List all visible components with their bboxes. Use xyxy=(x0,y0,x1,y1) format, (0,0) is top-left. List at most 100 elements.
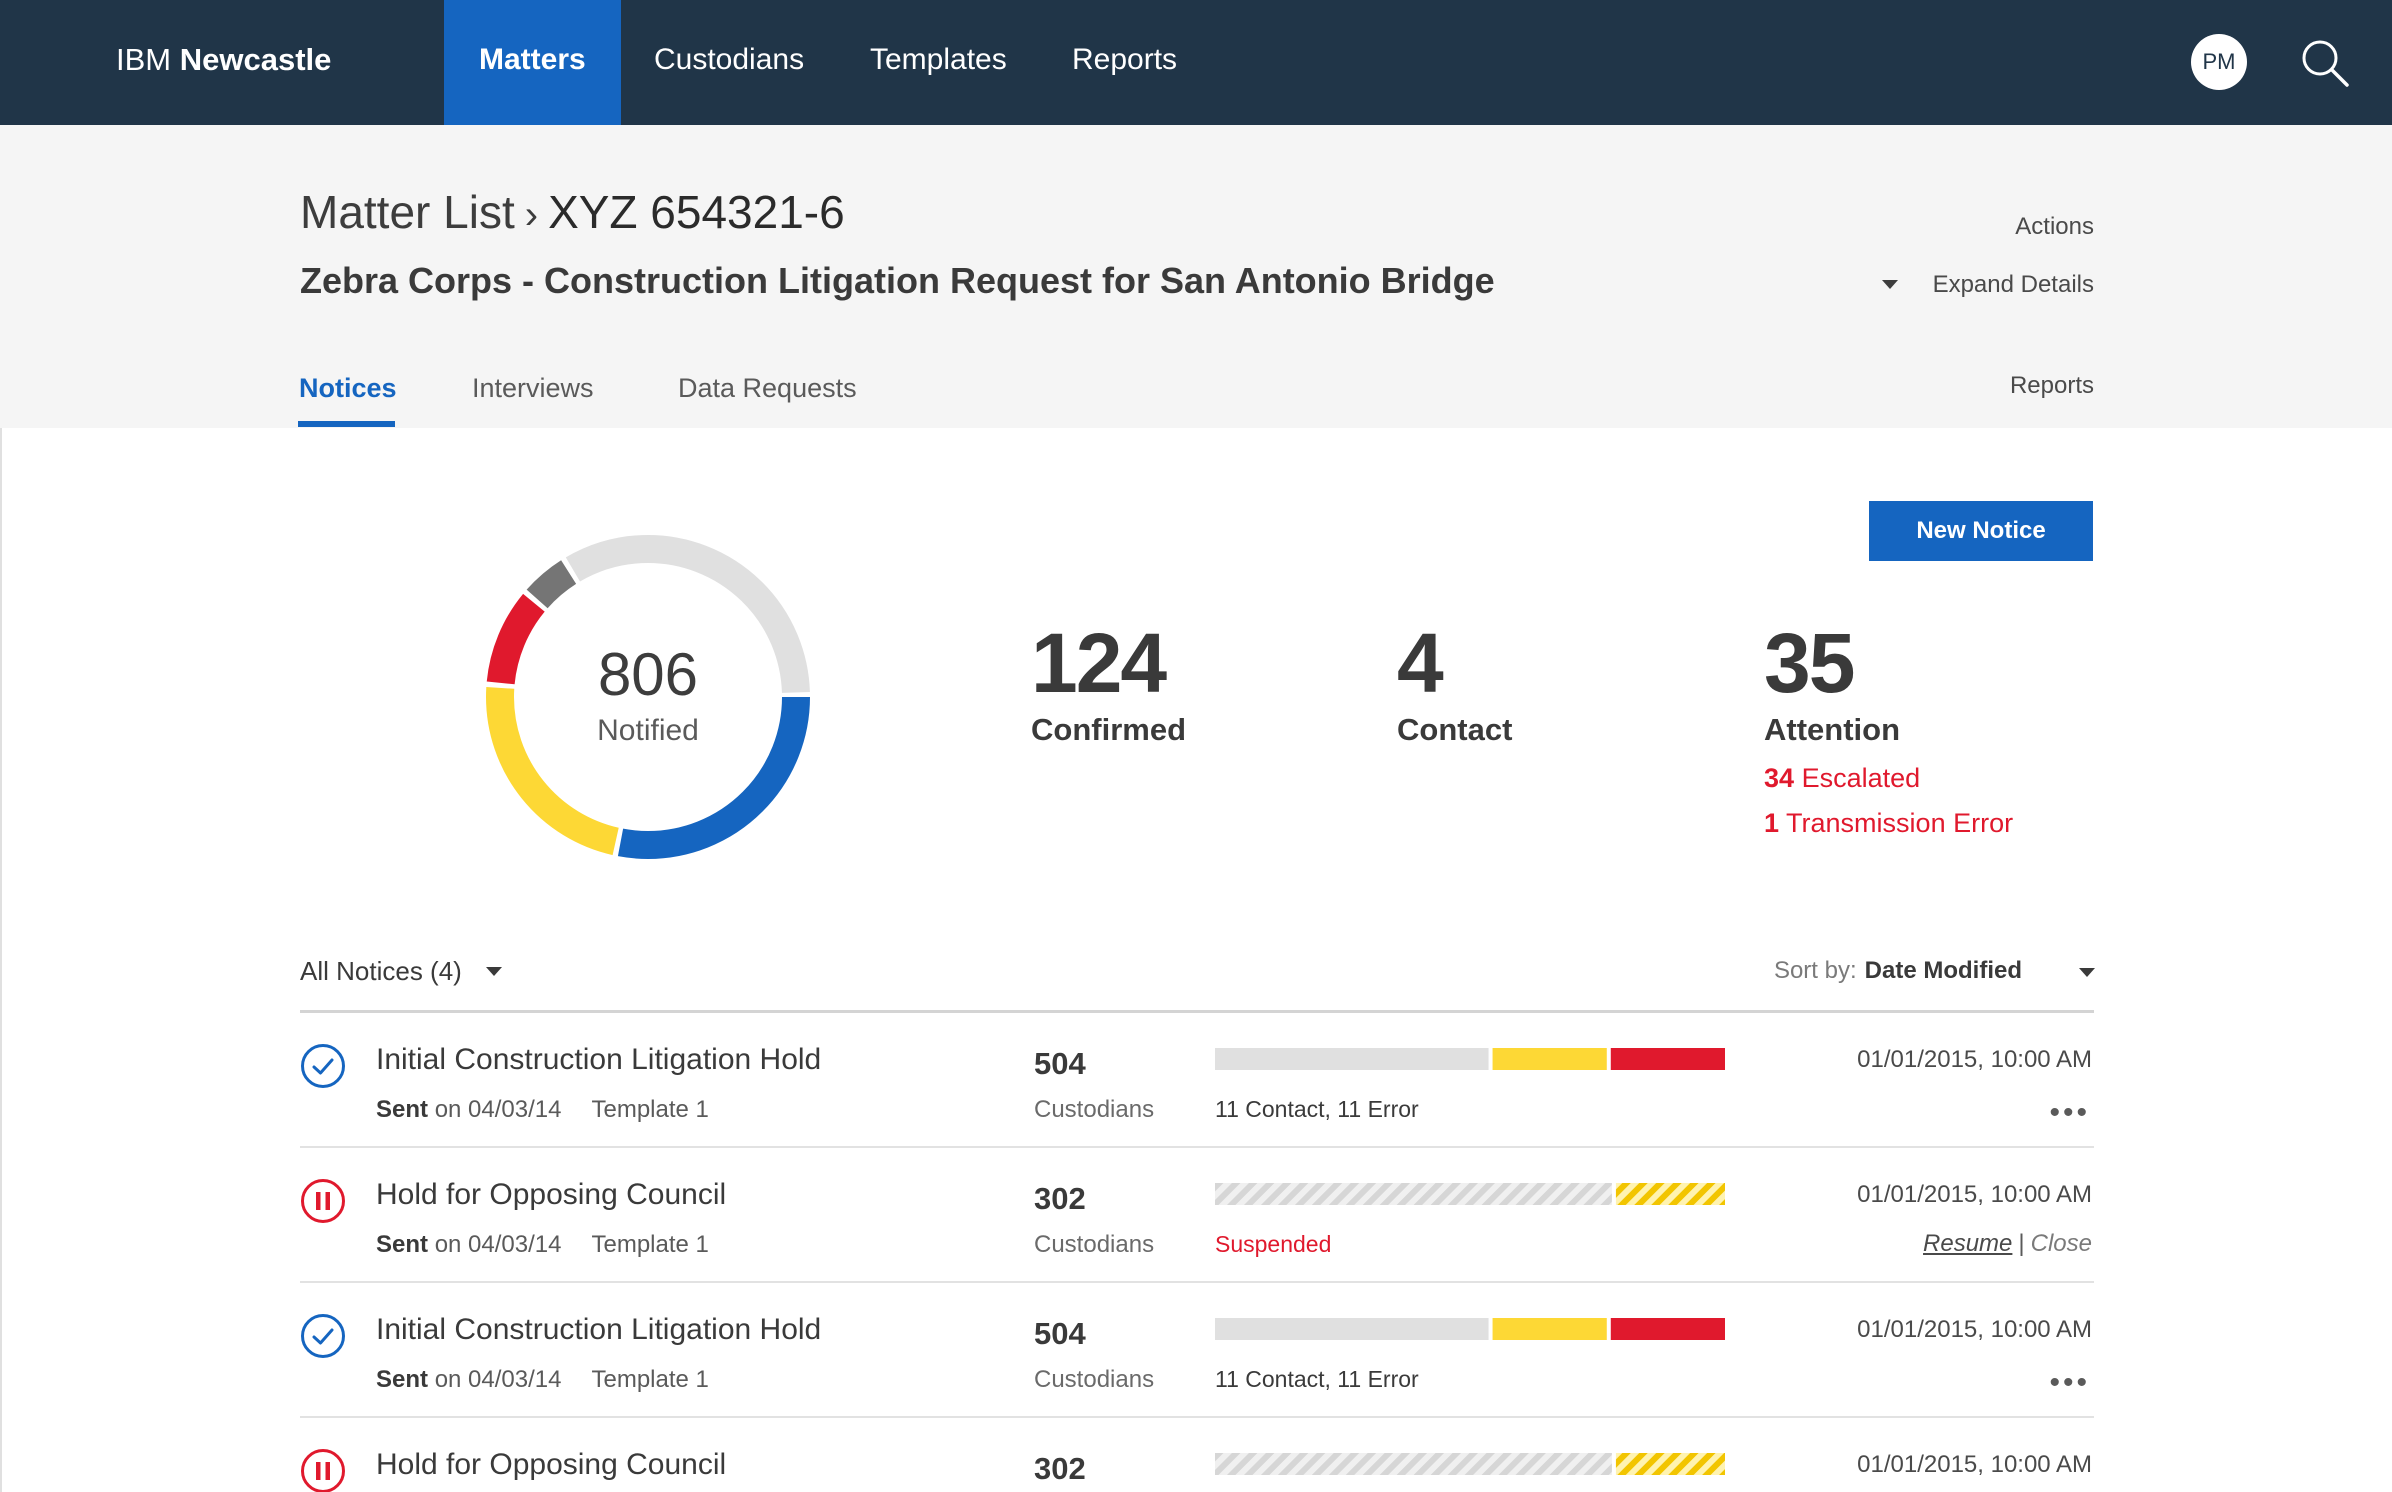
escalated-count: 34 xyxy=(1764,763,1795,793)
new-notice-button[interactable]: New Notice xyxy=(1869,501,2093,561)
notices-filter-dropdown[interactable]: All Notices (4) xyxy=(300,956,462,987)
sort-value[interactable]: Date Modified xyxy=(1865,957,2022,984)
actions-link[interactable]: Actions xyxy=(2015,213,2094,241)
custodian-count: 302 xyxy=(1034,1451,1086,1486)
custodian-count: 504 xyxy=(1034,1046,1086,1081)
template-name: Template 1 xyxy=(591,1231,709,1258)
custodian-label: Custodians xyxy=(1034,1366,1155,1393)
check-circle-icon xyxy=(301,1044,345,1088)
contact-label: Contact xyxy=(1397,712,1513,747)
progress-segment-unresponded xyxy=(1215,1048,1489,1070)
top-nav: IBM Newcastle Matters Custodians Templat… xyxy=(0,0,2392,125)
expand-details-link[interactable]: Expand Details xyxy=(1933,271,2094,299)
notice-title[interactable]: Initial Construction Litigation Hold xyxy=(376,1043,821,1077)
nav-tab-matters[interactable]: Matters xyxy=(444,0,621,125)
progress-segment-error xyxy=(1610,1048,1725,1070)
notice-title[interactable]: Hold for Opposing Council xyxy=(376,1448,726,1482)
notice-title[interactable]: Hold for Opposing Council xyxy=(376,1178,726,1212)
progress-bar-graphic xyxy=(1215,1048,1725,1070)
transmission-error-count: 1 xyxy=(1764,808,1780,838)
progress-segment-contact xyxy=(1615,1453,1725,1475)
progress-segment-contact xyxy=(1615,1183,1725,1205)
divider: | xyxy=(2018,1230,2025,1257)
escalated-link[interactable]: 34 Escalated xyxy=(1764,763,1920,794)
transmission-error-link[interactable]: 1 Transmission Error xyxy=(1764,808,2013,839)
progress-bar xyxy=(1215,1183,1729,1205)
progress-segment-error xyxy=(1610,1318,1725,1340)
sent-date: on 04/03/14 xyxy=(434,1096,562,1123)
modified-date: 01/01/2015, 10:00 AM xyxy=(1857,1181,2092,1208)
row-actions: Resume | Close xyxy=(1923,1230,2092,1258)
notice-meta: Sent on 04/03/14 Template 1 xyxy=(376,1096,709,1124)
sent-label: Sent xyxy=(376,1366,429,1393)
active-tab-indicator xyxy=(298,421,395,427)
nav-tab-templates[interactable]: Templates xyxy=(835,0,1042,125)
notice-row[interactable]: Initial Construction Litigation Hold Sent… xyxy=(300,1283,2094,1418)
tab-interviews[interactable]: Interviews xyxy=(472,373,594,404)
chevron-down-icon[interactable] xyxy=(486,967,502,976)
pause-icon[interactable] xyxy=(300,1178,346,1224)
breadcrumb-current: XYZ 654321-6 xyxy=(548,186,845,238)
chevron-down-icon[interactable] xyxy=(2079,968,2095,977)
avatar[interactable]: PM xyxy=(2191,34,2247,90)
notice-row[interactable]: Initial Construction Litigation Hold Sent… xyxy=(300,1013,2094,1148)
sent-date: on 04/03/14 xyxy=(434,1231,562,1258)
pause-icon[interactable] xyxy=(300,1448,346,1492)
progress-segment-unresponded xyxy=(1215,1318,1489,1340)
progress-bar xyxy=(1215,1453,1729,1475)
nav-tab-custodians[interactable]: Custodians xyxy=(619,0,839,125)
attention-label: Attention xyxy=(1764,712,1901,747)
custodian-label: Custodians xyxy=(1034,1231,1155,1258)
brand-logo[interactable]: IBM Newcastle xyxy=(116,42,331,78)
divider xyxy=(0,428,2,1492)
confirmed-count: 124 xyxy=(1031,616,1167,710)
breadcrumb: Matter List › XYZ 654321-6 xyxy=(300,185,845,239)
progress-bar-graphic xyxy=(1215,1453,1725,1475)
more-options-icon[interactable]: ••• xyxy=(2049,1368,2090,1398)
notice-title[interactable]: Initial Construction Litigation Hold xyxy=(376,1313,821,1347)
notice-status: 11 Contact, 11 Error xyxy=(1215,1366,1419,1392)
search-icon[interactable] xyxy=(2300,38,2350,88)
notice-status: Suspended xyxy=(1215,1231,1332,1257)
notice-row[interactable]: Hold for Opposing Council Sent on 04/03/1… xyxy=(300,1148,2094,1283)
chevron-down-icon[interactable] xyxy=(1882,280,1898,289)
brand-prefix: IBM xyxy=(116,42,172,77)
notified-label: Notified xyxy=(597,714,699,747)
nav-tab-reports[interactable]: Reports xyxy=(1037,0,1212,125)
more-options-icon[interactable]: ••• xyxy=(2049,1098,2090,1128)
progress-segment-contact xyxy=(1492,1318,1607,1340)
matter-header: Matter List › XYZ 654321-6 Zebra Corps - C… xyxy=(0,125,2392,428)
attention-count: 35 xyxy=(1764,616,1855,710)
progress-segment-unresponded xyxy=(1215,1183,1612,1205)
tab-data-requests[interactable]: Data Requests xyxy=(678,373,857,404)
reports-link[interactable]: Reports xyxy=(2010,372,2094,400)
sent-label: Sent xyxy=(376,1231,429,1258)
progress-bar-graphic xyxy=(1215,1318,1725,1340)
sort-label: Sort by: xyxy=(1773,957,1857,984)
notice-meta: Sent on 04/03/14 Template 1 xyxy=(376,1366,709,1394)
tab-notices[interactable]: Notices xyxy=(299,373,397,404)
template-name: Template 1 xyxy=(591,1366,709,1393)
check-circle-icon xyxy=(301,1314,345,1358)
breadcrumb-root[interactable]: Matter List xyxy=(300,186,515,238)
custodian-count: 302 xyxy=(1034,1181,1086,1216)
sort-control[interactable]: Sort by: Date Modified xyxy=(1774,957,2022,985)
modified-date: 01/01/2015, 10:00 AM xyxy=(1857,1451,2092,1478)
progress-segment-unresponded xyxy=(1215,1453,1612,1475)
sent-date: on 04/03/14 xyxy=(434,1366,562,1393)
notice-meta: Sent on 04/03/14 Template 1 xyxy=(376,1231,709,1259)
custodian-count: 504 xyxy=(1034,1316,1086,1351)
notified-count: 806 xyxy=(597,641,699,708)
resume-link[interactable]: Resume xyxy=(1923,1230,2012,1257)
breadcrumb-separator: › xyxy=(524,193,539,237)
page-title: Zebra Corps - Construction Litigation Re… xyxy=(300,260,1495,301)
progress-bar-graphic xyxy=(1215,1183,1725,1205)
close-link[interactable]: Close xyxy=(2031,1230,2092,1257)
modified-date: 01/01/2015, 10:00 AM xyxy=(1857,1046,2092,1073)
sent-label: Sent xyxy=(376,1096,429,1123)
notice-row[interactable]: Hold for Opposing CouncilSent on 04/03/1… xyxy=(300,1418,2094,1492)
progress-segment-contact xyxy=(1492,1048,1607,1070)
progress-bar xyxy=(1215,1048,1729,1070)
modified-date: 01/01/2015, 10:00 AM xyxy=(1857,1316,2092,1343)
custodian-label: Custodians xyxy=(1034,1096,1155,1123)
